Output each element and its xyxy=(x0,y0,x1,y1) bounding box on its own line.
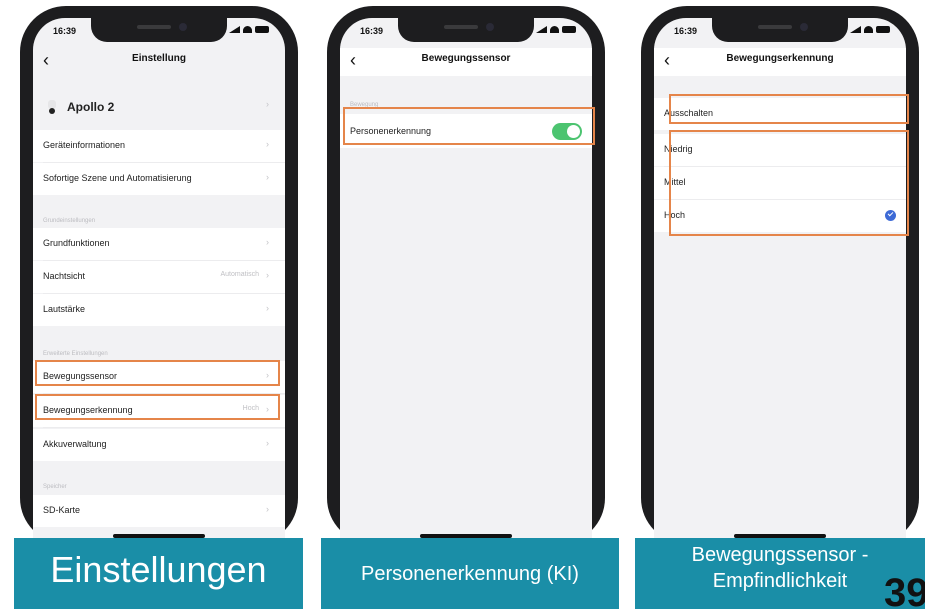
chevron-right-icon: › xyxy=(266,404,269,414)
chevron-right-icon: › xyxy=(266,270,269,280)
section-header-motion: Bewegung xyxy=(350,102,379,108)
status-time: 16:39 xyxy=(360,26,384,36)
checkmark-icon xyxy=(885,210,896,221)
caption-settings: Einstellungen xyxy=(14,538,303,609)
caption-line-1: Bewegungssensor - xyxy=(691,544,869,566)
option-label: Mittel xyxy=(664,177,686,187)
person-detection-toggle[interactable] xyxy=(552,123,582,140)
phone-motion-detection: 16:39 ‹ Bewegungserkennung Ausschalten N… xyxy=(641,6,919,548)
list-item-person-detection[interactable]: Personenerkennung xyxy=(340,114,592,148)
signal-icon xyxy=(850,26,861,33)
list-item-label: Geräteinformationen xyxy=(43,140,126,150)
list-item-label: SD-Karte xyxy=(43,505,81,515)
list-item-label: Sofortige Szene und Automatisierung xyxy=(43,173,192,183)
option-low[interactable]: Niedrig xyxy=(654,134,906,166)
page-title: Bewegungserkennung xyxy=(726,53,834,64)
camera-device-icon xyxy=(48,100,56,114)
caption-text: Einstellungen xyxy=(50,549,267,590)
list-item-device-info[interactable]: Geräteinformationen › xyxy=(33,130,285,162)
list-item-motion-sensor[interactable]: Bewegungssensor › xyxy=(33,361,285,393)
phone-settings: 16:39 ‹ Einstellung Apollo 2 › Geräteinf… xyxy=(20,6,298,548)
nav-bar: ‹ Einstellung xyxy=(33,48,285,76)
chevron-right-icon: › xyxy=(266,504,269,514)
signal-icon xyxy=(229,26,240,33)
list-item-night-vision[interactable]: Nachtsicht Automatisch › xyxy=(33,261,285,293)
section-header-storage: Speicher xyxy=(43,484,67,490)
nav-bar: ‹ Bewegungserkennung xyxy=(654,48,906,76)
device-name: Apollo 2 xyxy=(67,100,115,114)
screen-motion-sensor: 16:39 ‹ Bewegungssensor Bewegung Persone… xyxy=(340,18,592,548)
notch xyxy=(712,18,848,42)
battery-icon xyxy=(876,26,890,33)
chevron-right-icon: › xyxy=(266,237,269,247)
caption-line-2: Empfindlichkeit xyxy=(712,570,848,592)
list-item-label: Bewegungserkennung xyxy=(43,405,133,415)
list-item-value: Automatisch xyxy=(220,271,259,278)
list-item-motion-detection[interactable]: Bewegungserkennung Hoch › xyxy=(33,395,285,427)
list-item-scene[interactable]: Sofortige Szene und Automatisierung › xyxy=(33,163,285,195)
chevron-right-icon: › xyxy=(266,99,269,109)
list-item-label: Bewegungssensor xyxy=(43,371,118,381)
chevron-right-icon: › xyxy=(266,172,269,182)
caption-sensitivity: Bewegungssensor - Empfindlichkeit xyxy=(635,538,925,609)
battery-icon xyxy=(562,26,576,33)
screen-motion-detection: 16:39 ‹ Bewegungserkennung Ausschalten N… xyxy=(654,18,906,548)
chevron-right-icon: › xyxy=(266,438,269,448)
list-item-label: Personenerkennung xyxy=(350,126,432,136)
notch xyxy=(91,18,227,42)
wifi-icon xyxy=(550,26,559,33)
list-item-label: Akkuverwaltung xyxy=(43,439,107,449)
phone-motion-sensor: 16:39 ‹ Bewegungssensor Bewegung Persone… xyxy=(327,6,605,548)
option-label: Niedrig xyxy=(664,144,693,154)
chevron-right-icon: › xyxy=(266,139,269,149)
chevron-right-icon: › xyxy=(266,303,269,313)
list-item-sd-card[interactable]: SD-Karte › xyxy=(33,495,285,527)
device-row[interactable]: Apollo 2 › xyxy=(33,90,285,126)
status-time: 16:39 xyxy=(674,26,698,36)
option-high[interactable]: Hoch xyxy=(654,200,906,232)
section-header-advanced: Erweiterte Einstellungen xyxy=(43,351,108,357)
status-time: 16:39 xyxy=(53,26,77,36)
screen-settings: 16:39 ‹ Einstellung Apollo 2 › Geräteinf… xyxy=(33,18,285,548)
page-number: 39 xyxy=(884,571,925,615)
wifi-icon xyxy=(864,26,873,33)
caption-person-detection: Personenerkennung (KI) xyxy=(321,538,619,609)
list-item-basic-functions[interactable]: Grundfunktionen › xyxy=(33,228,285,260)
battery-icon xyxy=(255,26,269,33)
page-title: Bewegungssensor xyxy=(421,53,511,64)
list-item-label: Grundfunktionen xyxy=(43,238,110,248)
list-item-value: Hoch xyxy=(242,405,259,412)
list-item-volume[interactable]: Lautstärke › xyxy=(33,294,285,326)
notch xyxy=(398,18,534,42)
list-item-battery[interactable]: Akkuverwaltung › xyxy=(33,429,285,461)
option-off[interactable]: Ausschalten xyxy=(654,98,906,130)
signal-icon xyxy=(536,26,547,33)
list-item-label: Lautstärke xyxy=(43,304,86,314)
section-header-basic: Grundeinstellungen xyxy=(43,218,96,224)
option-medium[interactable]: Mittel xyxy=(654,167,906,199)
nav-bar: ‹ Bewegungssensor xyxy=(340,48,592,76)
caption-text: Personenerkennung (KI) xyxy=(361,563,579,585)
page-title: Einstellung xyxy=(132,53,186,64)
chevron-right-icon: › xyxy=(266,370,269,380)
list-item-label: Nachtsicht xyxy=(43,271,86,281)
wifi-icon xyxy=(243,26,252,33)
option-label: Hoch xyxy=(664,210,686,220)
option-label: Ausschalten xyxy=(664,108,714,118)
